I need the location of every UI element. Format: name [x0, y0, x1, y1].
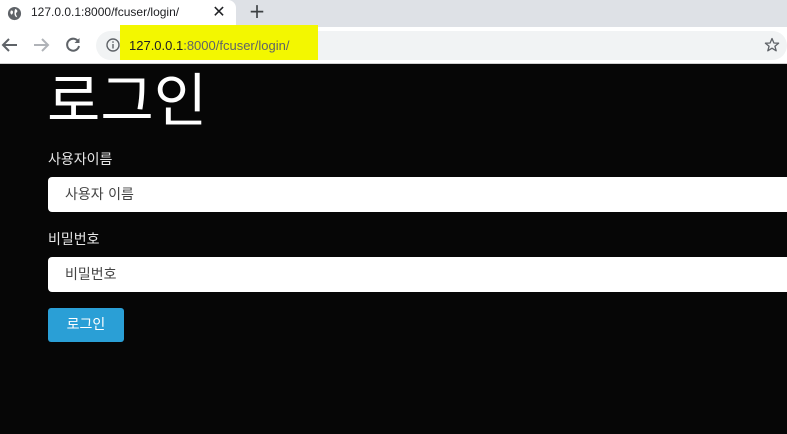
login-button[interactable]: 로그인: [48, 308, 124, 342]
back-arrow-icon[interactable]: [0, 35, 20, 55]
password-input[interactable]: [48, 257, 787, 292]
globe-icon: [7, 6, 22, 21]
tab-close-icon[interactable]: ✕: [211, 4, 227, 20]
new-tab-icon[interactable]: +: [247, 1, 267, 21]
reload-icon[interactable]: [63, 35, 83, 55]
password-label: 비밀번호: [48, 232, 100, 248]
address-bar[interactable]: 127.0.0.1:8000/fcuser/login/: [96, 25, 787, 60]
forward-arrow-icon[interactable]: [31, 35, 51, 55]
page-title: 로그인: [47, 67, 208, 135]
username-label: 사용자이름: [48, 152, 113, 168]
url-path: :8000/fcuser/login/: [183, 38, 290, 53]
browser-tab[interactable]: 127.0.0.1:8000/fcuser/login/ ✕: [0, 0, 236, 27]
info-icon[interactable]: [106, 38, 120, 52]
tab-title: 127.0.0.1:8000/fcuser/login/: [31, 5, 180, 19]
browser-toolbar: 127.0.0.1:8000/fcuser/login/: [0, 25, 787, 63]
url-host: 127.0.0.1: [129, 38, 184, 53]
browser-window: 127.0.0.1:8000/fcuser/login/ ✕ + 127.0.0…: [0, 0, 787, 434]
tab-strip: 127.0.0.1:8000/fcuser/login/ ✕ +: [0, 0, 787, 27]
login-page: 로그인 사용자이름 비밀번호 로그인: [0, 64, 787, 434]
url-text[interactable]: 127.0.0.1:8000/fcuser/login/: [129, 38, 289, 53]
star-icon[interactable]: [764, 37, 780, 53]
username-input[interactable]: [48, 177, 787, 212]
